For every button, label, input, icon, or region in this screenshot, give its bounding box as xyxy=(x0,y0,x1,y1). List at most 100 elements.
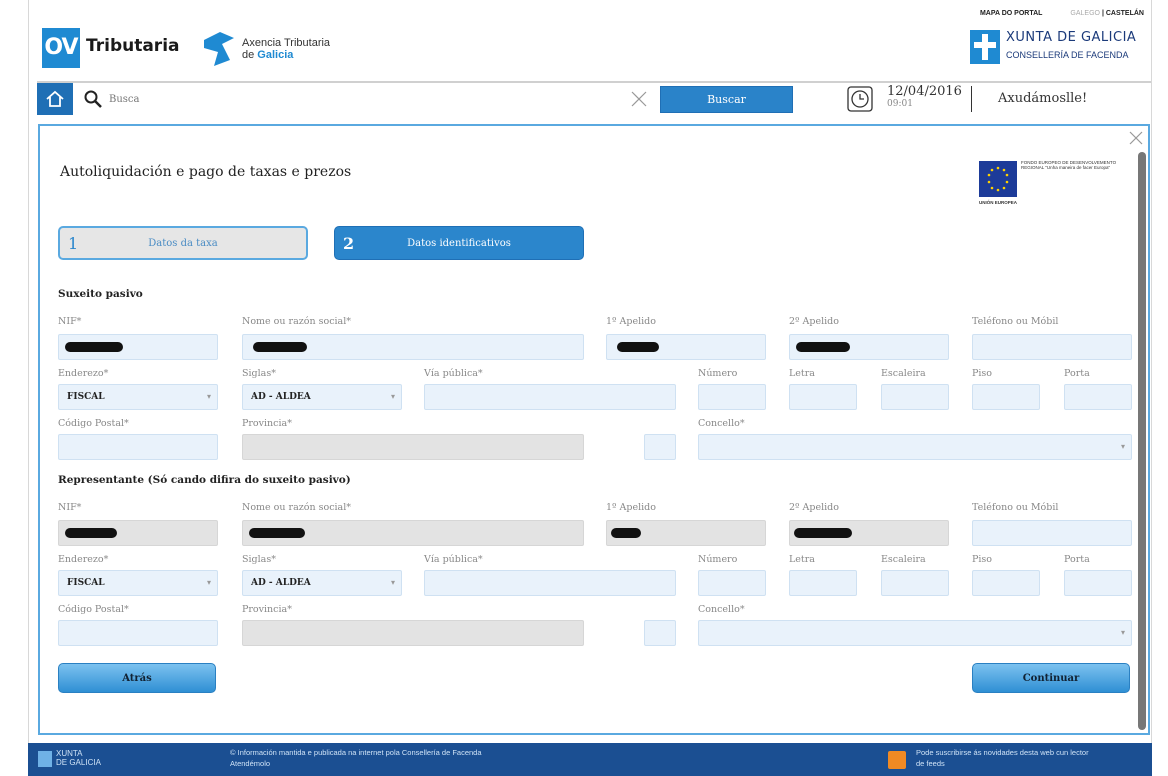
label-siglas: Siglas* xyxy=(242,554,276,565)
rep-letra-field[interactable] xyxy=(789,570,857,596)
redacted-value xyxy=(617,342,659,352)
concello-select[interactable]: ▾ xyxy=(698,434,1132,460)
chevron-down-icon: ▾ xyxy=(390,578,395,587)
label-letra: Letra xyxy=(789,554,815,565)
xunta-title: XUNTA DE GALICIA xyxy=(1006,30,1137,45)
clear-icon[interactable] xyxy=(630,90,648,108)
back-button[interactable]: Atrás xyxy=(58,663,216,693)
site-map-link[interactable]: MAPA DO PORTAL xyxy=(980,10,1042,17)
rep-numero-field[interactable] xyxy=(698,570,766,596)
xunta-logo-icon xyxy=(970,30,1000,64)
numero-field[interactable] xyxy=(698,384,766,410)
label-escaleira: Escaleira xyxy=(881,368,926,379)
letra-field[interactable] xyxy=(789,384,857,410)
rep-piso-field[interactable] xyxy=(972,570,1040,596)
label-via: Vía pública* xyxy=(424,554,483,565)
label-nome: Nome ou razón social* xyxy=(242,316,352,327)
label-letra: Letra xyxy=(789,368,815,379)
footer-contact-link[interactable]: Atendémolo xyxy=(230,758,482,769)
redacted-value xyxy=(65,528,117,538)
step-2-tab[interactable]: 2 Datos identificativos xyxy=(334,226,584,260)
redacted-value xyxy=(611,528,641,538)
rep-porta-field[interactable] xyxy=(1064,570,1132,596)
nome-field[interactable] xyxy=(242,334,584,360)
form-dialog: Autoliquidación e pago de taxas e prezos… xyxy=(38,124,1150,735)
scrollbar[interactable] xyxy=(1138,152,1146,730)
xunta-footer-logo-icon xyxy=(38,751,52,767)
label-siglas: Siglas* xyxy=(242,368,276,379)
section-title-representante: Representante (Só cando difira do suxeit… xyxy=(58,474,351,486)
apelido2-field[interactable] xyxy=(789,334,949,360)
search-bar: Buscar 12/04/2016 09:01 Axudámoslle! xyxy=(37,81,1151,115)
footer-rss-text[interactable]: Pode suscribirse ás novidades desta web … xyxy=(916,747,1146,769)
redacted-value xyxy=(796,342,850,352)
lang-galego-link[interactable]: GALEGO xyxy=(1070,10,1100,17)
clock-icon xyxy=(847,86,873,112)
label-telefono: Teléfono ou Móbil xyxy=(972,316,1059,327)
provincia-field xyxy=(242,434,584,460)
enderezo-select[interactable]: FISCAL ▾ xyxy=(58,384,218,410)
rep-cp-field[interactable] xyxy=(58,620,218,646)
cp-field[interactable] xyxy=(58,434,218,460)
ov-logo-badge[interactable]: OV xyxy=(42,28,80,68)
label-provincia: Provincia* xyxy=(242,604,292,615)
search-button[interactable]: Buscar xyxy=(660,86,793,113)
telefono-field[interactable] xyxy=(972,334,1132,360)
rep-provincia-code-field[interactable] xyxy=(644,620,676,646)
provincia-code-field[interactable] xyxy=(644,434,676,460)
eu-fund-text: FONDO EUROPEO DE DESENVOLVEMENTO REGIONA… xyxy=(1021,160,1117,170)
label-enderezo: Enderezo* xyxy=(58,368,109,379)
nif-field[interactable] xyxy=(58,334,218,360)
home-button[interactable] xyxy=(37,83,73,115)
search-input[interactable] xyxy=(103,87,693,111)
current-time: 09:01 xyxy=(887,99,913,109)
ov-logo-text[interactable]: Tributaria xyxy=(86,36,180,56)
label-apelido2: 2º Apelido xyxy=(789,502,839,513)
via-field[interactable] xyxy=(424,384,676,410)
step-number: 1 xyxy=(68,233,79,253)
label-concello: Concello* xyxy=(698,604,745,615)
rep-escaleira-field[interactable] xyxy=(881,570,949,596)
piso-field[interactable] xyxy=(972,384,1040,410)
redacted-value xyxy=(253,342,307,352)
label-apelido1: 1º Apelido xyxy=(606,502,656,513)
divider xyxy=(971,86,972,112)
rep-nif-field xyxy=(58,520,218,546)
lang-castelan-link[interactable]: CASTELÁN xyxy=(1106,10,1144,17)
siglas-select[interactable]: AD - ALDEA ▾ xyxy=(242,384,402,410)
redacted-value xyxy=(65,342,123,352)
rep-nome-field xyxy=(242,520,584,546)
rep-siglas-select[interactable]: AD - ALDEA ▾ xyxy=(242,570,402,596)
rep-provincia-field xyxy=(242,620,584,646)
redacted-value xyxy=(249,528,305,538)
rep-apelido2-field xyxy=(789,520,949,546)
apelido1-field[interactable] xyxy=(606,334,766,360)
label-cp: Código Postal* xyxy=(58,418,129,429)
help-link[interactable]: Axudámoslle! xyxy=(998,91,1087,106)
label-porta: Porta xyxy=(1064,368,1090,379)
footer-info: © Información mantida e publicada na int… xyxy=(230,747,482,769)
xunta-subtitle: CONSELLERÍA DE FACENDA xyxy=(1006,50,1129,60)
rss-icon[interactable] xyxy=(888,751,906,769)
footer-info-text: © Información mantida e publicada na int… xyxy=(230,748,482,757)
site-footer: XUNTA DE GALICIA © Información mantida e… xyxy=(28,743,1152,776)
rep-enderezo-select[interactable]: FISCAL ▾ xyxy=(58,570,218,596)
chevron-down-icon: ▾ xyxy=(206,578,211,587)
footer-xunta-text: XUNTA DE GALICIA xyxy=(56,749,101,767)
rep-telefono-field[interactable] xyxy=(972,520,1132,546)
lang-links: GALEGO | CASTELÁN xyxy=(1070,10,1144,17)
label-nome: Nome ou razón social* xyxy=(242,502,352,513)
escaleira-field[interactable] xyxy=(881,384,949,410)
rep-concello-select[interactable]: ▾ xyxy=(698,620,1132,646)
step-1-tab[interactable]: 1 Datos da taxa xyxy=(58,226,308,260)
label-provincia: Provincia* xyxy=(242,418,292,429)
home-icon xyxy=(46,90,64,107)
label-cp: Código Postal* xyxy=(58,604,129,615)
continue-button[interactable]: Continuar xyxy=(972,663,1130,693)
rep-apelido1-field xyxy=(606,520,766,546)
rep-via-field[interactable] xyxy=(424,570,676,596)
atg-name-line1: Axencia Tributaria xyxy=(242,37,331,49)
close-icon[interactable] xyxy=(1128,130,1144,146)
label-apelido2: 2º Apelido xyxy=(789,316,839,327)
porta-field[interactable] xyxy=(1064,384,1132,410)
